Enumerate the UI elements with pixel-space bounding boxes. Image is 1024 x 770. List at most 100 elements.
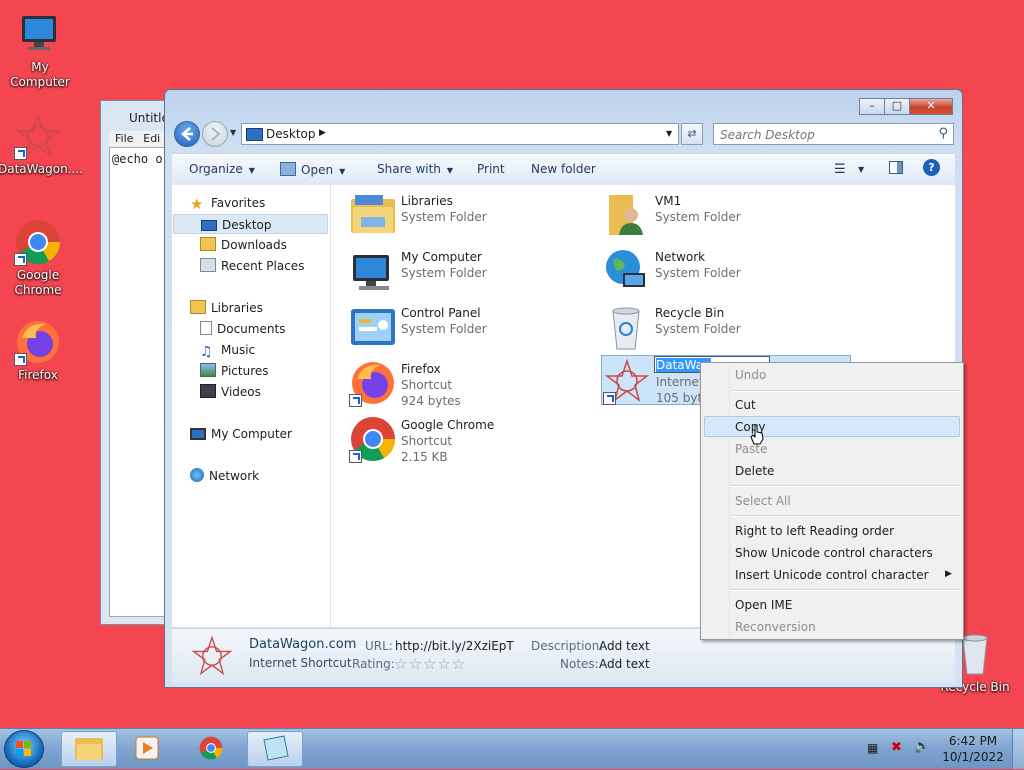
maximize-button[interactable]: □: [884, 98, 910, 115]
nav-desktop[interactable]: Desktop: [173, 214, 328, 234]
network-globe-icon: [603, 247, 651, 295]
shortcut-arrow-icon: [603, 392, 616, 405]
clock-time[interactable]: 6:42 PM: [947, 734, 999, 749]
desktop-small-icon: [246, 128, 263, 141]
taskbar-media-player-button[interactable]: [120, 731, 176, 767]
search-input[interactable]: [718, 126, 932, 144]
menu-item-insert-unicode[interactable]: Insert Unicode control character: [735, 568, 929, 582]
item-name: Libraries: [401, 194, 453, 208]
datawagon-logo-icon: [14, 112, 62, 160]
notepad-icon: [263, 735, 289, 761]
item-type: Shortcut: [401, 434, 453, 448]
forward-arrow-icon: [211, 127, 221, 141]
notes-value[interactable]: Add text: [599, 657, 650, 671]
preview-pane-icon[interactable]: [889, 161, 903, 174]
menu-item-rtl-reading[interactable]: Right to left Reading order: [735, 524, 894, 538]
taskbar-notepad-button[interactable]: [247, 731, 303, 767]
volume-icon[interactable]: 🔈: [914, 739, 930, 754]
file-item-recycle-bin[interactable]: Recycle Bin System Folder: [603, 301, 843, 353]
item-name: Firefox: [401, 362, 441, 376]
share-with-button[interactable]: Share with ▼: [377, 162, 453, 176]
monitor-icon: [16, 10, 64, 58]
file-item-vm1[interactable]: VM1 System Folder: [603, 189, 843, 241]
menu-item-open-ime[interactable]: Open IME: [735, 598, 792, 612]
file-item-libraries[interactable]: Libraries System Folder: [349, 189, 589, 241]
nav-recent-places[interactable]: Recent Places: [200, 256, 304, 276]
user-folder-icon: [603, 191, 651, 239]
search-box[interactable]: ⚲: [713, 123, 954, 145]
context-menu: Undo Cut Copy Paste Delete Select All Ri…: [700, 362, 964, 640]
back-button[interactable]: [174, 121, 200, 147]
nav-favorites[interactable]: ★ Favorites: [190, 193, 265, 213]
nav-label: Pictures: [221, 364, 269, 378]
file-item-network[interactable]: Network System Folder: [603, 245, 843, 297]
music-note-icon: ♫: [200, 344, 213, 360]
videos-icon: [200, 384, 216, 398]
file-item-google-chrome[interactable]: Google Chrome Shortcut 2.15 KB: [349, 413, 589, 465]
description-value[interactable]: Add text: [599, 639, 650, 653]
taskbar-explorer-button[interactable]: [61, 731, 117, 767]
menu-item-show-unicode[interactable]: Show Unicode control characters: [735, 546, 933, 560]
item-type: System Folder: [655, 210, 741, 224]
change-view-icon[interactable]: ☰: [834, 162, 846, 177]
firefox-icon: [349, 359, 397, 407]
menu-item-undo[interactable]: Undo: [735, 368, 766, 382]
recent-places-icon: [200, 258, 216, 272]
nav-libraries[interactable]: Libraries: [190, 298, 263, 318]
nav-music[interactable]: ♫ Music: [200, 340, 255, 360]
desktop-icon-chrome[interactable]: Google Chrome: [0, 218, 78, 298]
refresh-button[interactable]: ⇄: [681, 123, 703, 145]
item-name: Recycle Bin: [655, 306, 725, 320]
network-status-icon[interactable]: ✖: [891, 740, 902, 755]
address-bar[interactable]: Desktop ▶ ▼: [241, 123, 679, 145]
menu-item-select-all[interactable]: Select All: [735, 494, 791, 508]
nav-videos[interactable]: Videos: [200, 382, 261, 402]
rating-stars[interactable]: ☆☆☆☆☆: [394, 655, 466, 673]
menu-separator: [731, 390, 960, 392]
item-name: Network: [655, 250, 706, 264]
nav-network[interactable]: Network: [190, 466, 259, 486]
item-name: Control Panel: [401, 306, 481, 320]
menu-item-cut[interactable]: Cut: [735, 398, 756, 412]
search-icon[interactable]: ⚲: [938, 126, 948, 141]
desktop-icon-my-computer[interactable]: My Computer: [0, 10, 80, 90]
show-desktop-button[interactable]: [1012, 729, 1024, 769]
item-name: Google Chrome: [401, 418, 495, 432]
desktop-icon-label: My Computer: [10, 60, 70, 89]
file-item-control-panel[interactable]: Control Panel System Folder: [349, 301, 589, 353]
nav-downloads[interactable]: Downloads: [200, 235, 287, 255]
media-player-icon: [135, 736, 159, 760]
url-value[interactable]: http://bit.ly/2XziEpT: [395, 639, 514, 653]
new-folder-button[interactable]: New folder: [531, 162, 596, 176]
close-button[interactable]: ✕: [909, 98, 953, 115]
breadcrumb-arrow-icon[interactable]: ▶: [319, 128, 326, 138]
start-button[interactable]: [4, 730, 44, 768]
address-dropdown-icon[interactable]: ▼: [666, 129, 672, 138]
menu-edit[interactable]: Edi: [143, 132, 160, 145]
desktop-icon-datawagon[interactable]: DataWagon....: [0, 112, 83, 177]
minimize-button[interactable]: –: [859, 98, 885, 115]
menu-item-delete[interactable]: Delete: [735, 464, 774, 478]
nav-documents[interactable]: Documents: [200, 319, 285, 339]
menu-item-reconversion[interactable]: Reconversion: [735, 620, 816, 634]
pictures-icon: [200, 363, 216, 377]
file-item-my-computer[interactable]: My Computer System Folder: [349, 245, 589, 297]
description-label: Description:: [531, 639, 604, 653]
nav-my-computer[interactable]: My Computer: [190, 424, 292, 444]
forward-button[interactable]: [202, 121, 228, 147]
navigation-pane: ★ Favorites Desktop Downloads Recent Plac…: [172, 185, 331, 627]
action-center-icon[interactable]: ▦: [867, 741, 878, 756]
view-options-chevron-icon[interactable]: ▼: [858, 165, 864, 174]
clock-date[interactable]: 10/1/2022: [942, 750, 1004, 765]
nav-pictures[interactable]: Pictures: [200, 361, 269, 381]
desktop-icon-firefox[interactable]: Firefox: [0, 318, 78, 383]
print-button[interactable]: Print: [477, 162, 505, 176]
help-icon[interactable]: ?: [923, 159, 940, 176]
organize-button[interactable]: Organize ▼: [189, 162, 255, 176]
nav-label: My Computer: [211, 427, 292, 441]
recent-pages-dropdown-icon[interactable]: ▼: [230, 128, 236, 137]
taskbar-chrome-button[interactable]: [184, 731, 240, 767]
menu-file[interactable]: File: [115, 132, 133, 145]
file-item-firefox[interactable]: Firefox Shortcut 924 bytes: [349, 357, 589, 409]
open-button[interactable]: Open ▼: [280, 162, 345, 177]
